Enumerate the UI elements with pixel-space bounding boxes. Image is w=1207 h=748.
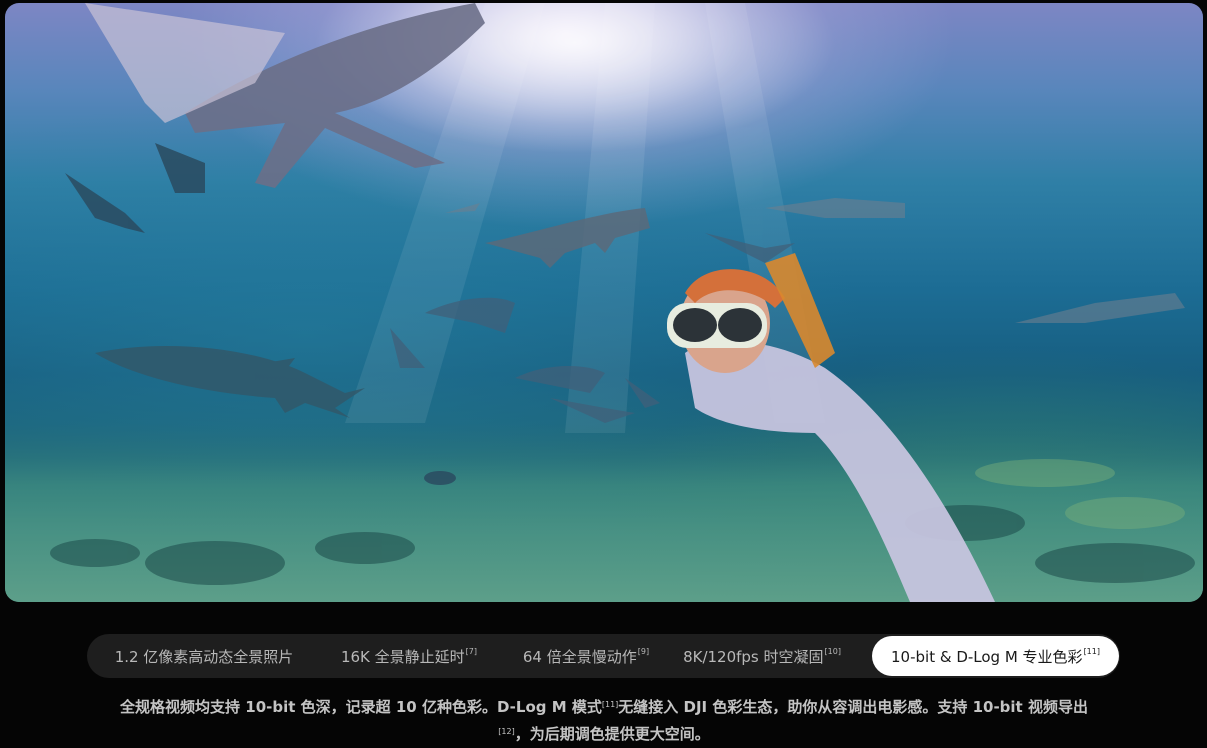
- tab-label: 8K/120fps 时空凝固: [683, 647, 824, 666]
- footnote-ref[interactable]: [9]: [638, 647, 649, 656]
- feature-tab-bar: 1.2 亿像素高动态全景照片 16K 全景静止延时 [7] 64 倍全景慢动作 [9…: [87, 634, 1120, 678]
- description-text: 无缝接入 DJI 色彩生态，助你从容调出电影感。支持 10-bit 视频导出: [618, 698, 1088, 716]
- tab-8k-120fps[interactable]: 8K/120fps 时空凝固 [10]: [673, 636, 851, 676]
- footnote-ref[interactable]: [12]: [498, 727, 514, 736]
- tab-label: 1.2 亿像素高动态全景照片: [114, 647, 294, 666]
- description-text: 全规格视频均支持 10-bit 色深，记录超 10 亿种色彩。D-Log M 模…: [120, 698, 602, 716]
- footnote-ref[interactable]: [10]: [825, 647, 841, 656]
- tab-hdr-panorama-photo[interactable]: 1.2 亿像素高动态全景照片: [89, 636, 319, 676]
- tab-label: 64 倍全景慢动作: [522, 647, 637, 666]
- description-text: ，为后期调色提供更大空间。: [514, 725, 710, 743]
- tab-10bit-dlog-m[interactable]: 10-bit & D-Log M 专业色彩 [11]: [872, 636, 1119, 676]
- tab-16k-timelapse[interactable]: 16K 全景静止延时 [7]: [319, 636, 499, 676]
- hero-illustration: [5, 3, 1203, 602]
- footnote-ref[interactable]: [11]: [1084, 647, 1100, 656]
- tab-label: 16K 全景静止延时: [340, 647, 465, 666]
- footnote-ref[interactable]: [11]: [602, 700, 618, 709]
- tab-label: 10-bit & D-Log M 专业色彩: [891, 647, 1083, 666]
- tab-slow-motion[interactable]: 64 倍全景慢动作 [9]: [499, 636, 673, 676]
- page: 1.2 亿像素高动态全景照片 16K 全景静止延时 [7] 64 倍全景慢动作 [9…: [0, 0, 1207, 748]
- footnote-ref[interactable]: [7]: [466, 647, 477, 656]
- feature-description: 全规格视频均支持 10-bit 色深，记录超 10 亿种色彩。D-Log M 模…: [120, 695, 1088, 748]
- underwater-hero-image: [5, 3, 1203, 602]
